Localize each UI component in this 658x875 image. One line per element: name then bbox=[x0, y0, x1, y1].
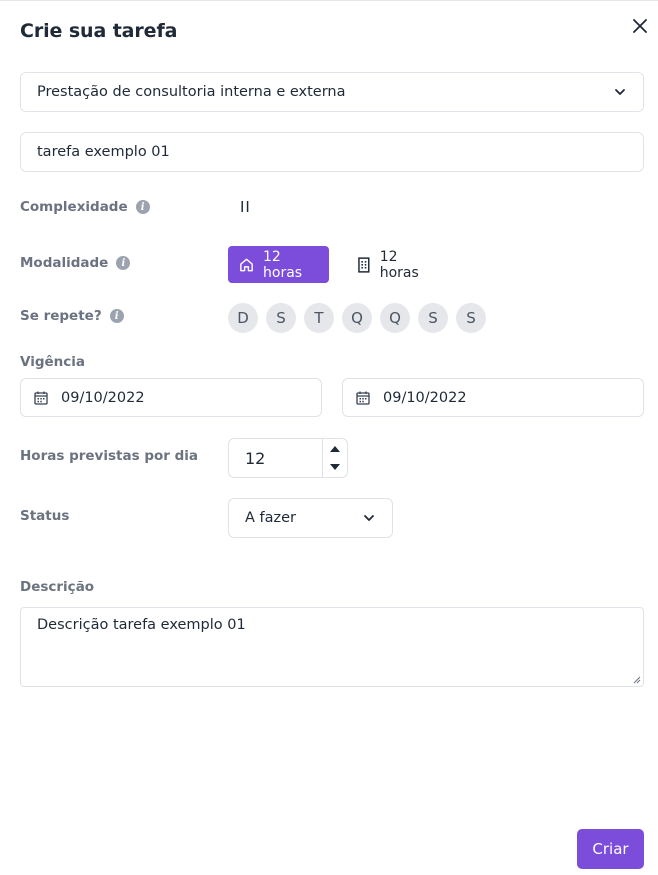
start-date-value: 09/10/2022 bbox=[61, 389, 145, 406]
increment-arrow-icon[interactable] bbox=[323, 439, 347, 458]
project-select-value: Prestação de consultoria interna e exter… bbox=[37, 84, 346, 100]
info-icon[interactable]: i bbox=[109, 309, 124, 323]
weekday-monday[interactable]: S bbox=[266, 303, 296, 333]
status-select[interactable]: A fazer bbox=[228, 498, 393, 538]
weekday-saturday[interactable]: S bbox=[456, 303, 486, 333]
validity-label: Vigência bbox=[20, 354, 85, 370]
modality-label-text: Modalidade bbox=[20, 255, 109, 271]
complexity-value[interactable]: II bbox=[240, 198, 251, 216]
project-select[interactable]: Prestação de consultoria interna e exter… bbox=[20, 72, 644, 112]
weekday-friday[interactable]: S bbox=[418, 303, 448, 333]
hours-per-day-stepper[interactable]: 12 bbox=[228, 438, 348, 478]
weekday-selector: D S T Q Q S S bbox=[228, 303, 486, 333]
description-label: Descrição bbox=[20, 579, 94, 595]
validity-label-text: Vigência bbox=[20, 354, 86, 370]
weekday-tuesday[interactable]: T bbox=[304, 303, 334, 333]
info-icon[interactable]: i bbox=[135, 200, 150, 214]
modality-label: Modalidade i bbox=[20, 255, 131, 271]
hours-per-day-label: Horas previstas por dia bbox=[20, 448, 198, 464]
complexity-label: Complexidade i bbox=[20, 199, 150, 215]
description-textarea[interactable]: Descrição tarefa exemplo 01 bbox=[20, 607, 644, 687]
task-name-value: tarefa exemplo 01 bbox=[37, 144, 170, 160]
building-icon bbox=[358, 256, 370, 273]
create-button[interactable]: Criar bbox=[577, 829, 644, 869]
calendar-icon bbox=[356, 391, 370, 405]
status-label-text: Status bbox=[20, 508, 70, 524]
weekday-wednesday[interactable]: Q bbox=[342, 303, 372, 333]
resize-handle-icon[interactable] bbox=[633, 676, 641, 684]
description-label-text: Descrição bbox=[20, 579, 95, 595]
weekday-thursday[interactable]: Q bbox=[380, 303, 410, 333]
status-select-value: A fazer bbox=[245, 510, 297, 526]
end-date-input[interactable]: 09/10/2022 bbox=[342, 378, 644, 417]
close-icon[interactable] bbox=[630, 16, 650, 36]
repeat-label: Se repete? i bbox=[20, 308, 124, 324]
modality-option-office-label: 12 horas bbox=[379, 248, 419, 281]
calendar-icon bbox=[34, 391, 48, 405]
modality-option-office[interactable]: 12 horas bbox=[348, 246, 448, 283]
modality-option-home-label: 12 horas bbox=[263, 248, 303, 281]
end-date-value: 09/10/2022 bbox=[383, 389, 467, 406]
modal-title: Crie sua tarefa bbox=[20, 20, 178, 42]
repeat-label-text: Se repete? bbox=[20, 308, 102, 324]
complexity-label-text: Complexidade bbox=[20, 199, 128, 215]
create-task-modal: Crie sua tarefa Prestação de consultoria… bbox=[0, 0, 658, 875]
modality-option-home[interactable]: 12 horas bbox=[228, 246, 329, 283]
task-name-input[interactable]: tarefa exemplo 01 bbox=[20, 132, 644, 172]
decrement-arrow-icon[interactable] bbox=[323, 458, 347, 477]
weekday-sunday[interactable]: D bbox=[228, 303, 258, 333]
description-value: Descrição tarefa exemplo 01 bbox=[37, 617, 246, 633]
stepper-arrows bbox=[322, 439, 347, 477]
hours-per-day-label-text: Horas previstas por dia bbox=[20, 448, 199, 464]
hours-per-day-value[interactable]: 12 bbox=[229, 449, 322, 468]
home-icon bbox=[240, 258, 253, 271]
chevron-down-icon bbox=[615, 89, 625, 95]
info-icon[interactable]: i bbox=[116, 256, 131, 270]
chevron-down-icon bbox=[364, 515, 374, 521]
status-label: Status bbox=[20, 508, 69, 524]
start-date-input[interactable]: 09/10/2022 bbox=[20, 378, 322, 417]
